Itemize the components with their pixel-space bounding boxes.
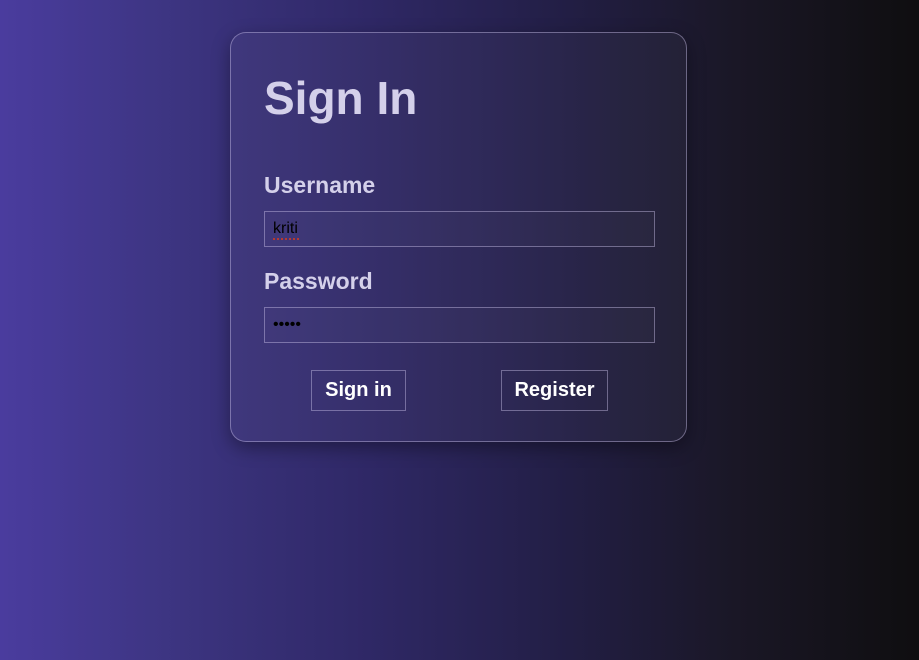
sign-in-card: Sign In Username Password Sign in Regist… bbox=[230, 32, 687, 442]
register-button[interactable]: Register bbox=[501, 370, 608, 411]
password-input[interactable] bbox=[264, 307, 655, 343]
sign-in-button[interactable]: Sign in bbox=[311, 370, 406, 411]
password-label: Password bbox=[264, 268, 373, 294]
page-title: Sign In bbox=[264, 72, 418, 124]
username-input[interactable] bbox=[264, 211, 655, 247]
username-label: Username bbox=[264, 172, 376, 198]
